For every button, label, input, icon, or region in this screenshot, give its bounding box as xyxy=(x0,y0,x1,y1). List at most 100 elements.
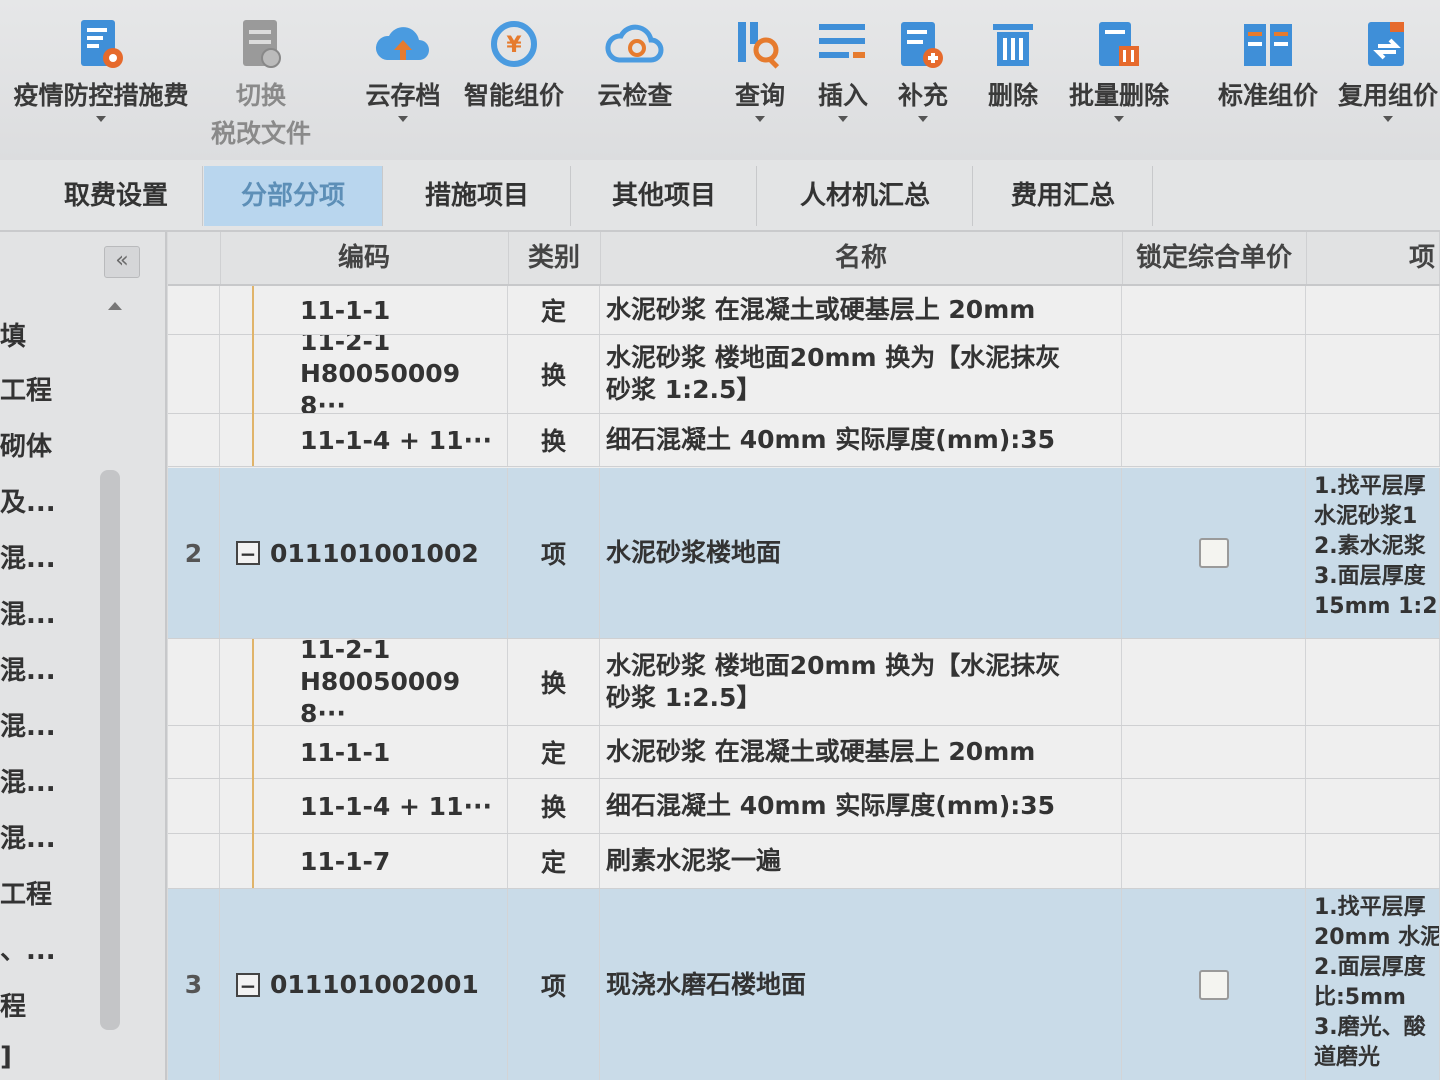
row-seq xyxy=(168,834,220,888)
insert-rows-icon xyxy=(819,24,865,58)
tree-item[interactable]: 混... xyxy=(0,762,96,799)
lock-price-checkbox[interactable] xyxy=(1198,538,1229,568)
row-code[interactable]: 11-1-1 xyxy=(220,286,508,334)
header-code[interactable]: 编码 xyxy=(220,232,509,284)
document-virus-icon xyxy=(81,20,123,68)
reuse-pricing-label: 复用组价 xyxy=(1337,81,1438,110)
query-button[interactable]: 查询 xyxy=(726,18,794,122)
tree-item[interactable]: 、... xyxy=(0,930,96,967)
cloud-archive-label: 云存档 xyxy=(365,81,441,110)
row-code[interactable]: 11-2-1 H80050009 8··· xyxy=(220,335,508,413)
header-name[interactable]: 名称 xyxy=(600,232,1123,284)
supplement-button[interactable]: 补充 xyxy=(890,18,956,122)
row-code[interactable]: − 011101002001 xyxy=(220,889,508,1080)
row-name[interactable]: 细石混凝土 40mm 实际厚度(mm):35 xyxy=(600,779,1122,833)
delete-button[interactable]: 删除 xyxy=(982,18,1044,112)
row-name[interactable]: 水泥砂浆楼地面 xyxy=(600,468,1122,638)
table-row[interactable]: 11-1-1 定 水泥砂浆 在混凝土或硬基层上 20mm xyxy=(168,286,1440,335)
table-row[interactable]: 11-2-1 H80050009 8··· 换 水泥砂浆 楼地面20mm 换为【… xyxy=(168,639,1440,726)
row-code[interactable]: 11-1-4 + 11··· xyxy=(220,779,508,833)
cloud-search-icon xyxy=(605,24,664,63)
table-row[interactable]: 11-1-4 + 11··· 换 细石混凝土 40mm 实际厚度(mm):35 xyxy=(168,779,1440,834)
row-name-wrap: 水泥砂浆 楼地面20mm 换为【水泥抹灰 砂浆 1:2.5】 xyxy=(606,650,1060,714)
collapse-minus-icon[interactable]: − xyxy=(236,541,260,565)
tab-measures[interactable]: 措施项目 xyxy=(384,166,571,226)
table-row[interactable]: 11-1-1 定 水泥砂浆 在混凝土或硬基层上 20mm xyxy=(168,726,1440,779)
tree-item[interactable]: 混... xyxy=(0,818,96,855)
row-type: 换 xyxy=(508,779,600,833)
left-tree-panel: 填 工程 砌体 及... 混... 混... 混... 混... 混... 混.… xyxy=(0,232,167,1080)
row-name[interactable]: 水泥砂浆 在混凝土或硬基层上 20mm xyxy=(600,726,1122,778)
table-row[interactable]: 2 − 011101001002 项 水泥砂浆楼地面 1.找平层厚 水泥砂浆1 … xyxy=(168,468,1440,639)
epidemic-measures-fee-button[interactable]: 疫情防控措施费 xyxy=(6,18,196,122)
row-name[interactable]: 水泥砂浆 在混凝土或硬基层上 20mm xyxy=(600,286,1122,334)
row-name-wrap: 水泥砂浆 楼地面20mm 换为【水泥抹灰 砂浆 1:2.5】 xyxy=(606,342,1060,406)
tab-other-items[interactable]: 其他项目 xyxy=(572,166,757,226)
row-name-line2: 砂浆 1:2.5】 xyxy=(606,683,762,712)
row-code[interactable]: 11-1-4 + 11··· xyxy=(220,414,508,466)
row-code[interactable]: − 011101001002 xyxy=(220,468,508,638)
row-code[interactable]: 11-1-1 xyxy=(220,726,508,778)
reuse-pricing-button[interactable]: 复用组价 xyxy=(1336,18,1440,122)
row-type: 定 xyxy=(508,834,600,888)
lock-price-checkbox[interactable] xyxy=(1198,969,1229,1000)
switch-tax-file-button[interactable]: 切换 税改文件 xyxy=(206,18,316,150)
header-feature[interactable]: 项 xyxy=(1306,232,1440,284)
ribbon-toolbar: 疫情防控措施费 切换 税改文件 云存档 ¥ 智能组价 云检查 查询 插入 补充 … xyxy=(0,0,1440,160)
tree-item[interactable]: 及... xyxy=(0,482,96,519)
batch-trash-icon xyxy=(1099,22,1139,66)
row-name[interactable]: 水泥砂浆 楼地面20mm 换为【水泥抹灰 砂浆 1:2.5】 xyxy=(600,335,1122,413)
batch-delete-button[interactable]: 批量删除 xyxy=(1062,18,1176,122)
tree-item[interactable]: 工程 xyxy=(0,874,96,911)
tree-item[interactable]: 混... xyxy=(0,594,96,631)
tree-item[interactable]: 工程 xyxy=(0,370,96,407)
insert-label: 插入 xyxy=(817,81,868,110)
tab-labor-material-summary[interactable]: 人材机汇总 xyxy=(758,166,973,226)
table-row[interactable]: 3 − 011101002001 项 现浇水磨石楼地面 1.找平层厚 20mm … xyxy=(168,889,1440,1080)
tree-item[interactable]: 混... xyxy=(0,538,96,575)
tab-fee-settings[interactable]: 取费设置 xyxy=(30,166,203,226)
scroll-up-icon[interactable] xyxy=(108,302,122,310)
smart-pricing-button[interactable]: ¥ 智能组价 xyxy=(456,18,572,112)
row-seq xyxy=(168,414,220,466)
row-code-extra: H80050009 8··· xyxy=(300,667,461,725)
table-row[interactable]: 11-2-1 H80050009 8··· 换 水泥砂浆 楼地面20mm 换为【… xyxy=(168,335,1440,414)
standard-pricing-icon xyxy=(1244,24,1292,66)
table-row[interactable]: 11-1-7 定 刷素水泥浆一遍 xyxy=(168,834,1440,889)
row-name[interactable]: 细石混凝土 40mm 实际厚度(mm):35 xyxy=(600,414,1122,466)
row-code-text: 11-1-1 xyxy=(300,295,391,325)
header-lock-unit-price[interactable]: 锁定综合单价 xyxy=(1122,232,1307,284)
smart-pricing-icon: ¥ xyxy=(491,21,537,67)
row-feature[interactable]: 1.找平层厚 20mm 水泥 2.面层厚度 比:5mm 3.磨光、酸 道磨光 xyxy=(1306,889,1440,1080)
tree-item[interactable]: ] xyxy=(0,1042,96,1072)
cloud-archive-button[interactable]: 云存档 xyxy=(356,18,450,122)
left-scrollbar[interactable] xyxy=(100,470,120,1030)
tree-item[interactable]: 混... xyxy=(0,650,96,687)
row-code-text: 011101001002 xyxy=(270,538,479,568)
row-code[interactable]: 11-1-7 xyxy=(220,834,508,888)
collapse-panel-button[interactable]: « xyxy=(104,246,140,278)
tab-sub-items[interactable]: 分部分项 xyxy=(204,166,383,226)
batch-delete-label: 批量删除 xyxy=(1068,81,1169,110)
tree-item[interactable]: 砌体 xyxy=(0,426,96,463)
row-code[interactable]: 11-2-1 H80050009 8··· xyxy=(220,639,508,725)
header-seq xyxy=(168,232,221,284)
row-name[interactable]: 现浇水磨石楼地面 xyxy=(600,889,1122,1080)
tab-cost-summary[interactable]: 费用汇总 xyxy=(974,166,1153,226)
header-type[interactable]: 类别 xyxy=(508,232,601,284)
tree-item[interactable]: 程 xyxy=(0,986,96,1023)
row-code-text: 11-1-7 xyxy=(300,846,391,876)
cloud-check-label: 云检查 xyxy=(597,81,673,110)
tree-item[interactable]: 混... xyxy=(0,706,96,743)
standard-pricing-button[interactable]: 标准组价 xyxy=(1210,18,1326,112)
cloud-check-button[interactable]: 云检查 xyxy=(590,18,680,112)
collapse-minus-icon[interactable]: − xyxy=(236,972,260,997)
tree-item[interactable]: 填 xyxy=(0,316,96,353)
row-feature xyxy=(1306,779,1440,833)
row-feature[interactable]: 1.找平层厚 水泥砂浆1 2.素水泥浆 3.面层厚度 15mm 1:2. xyxy=(1306,468,1440,638)
row-name[interactable]: 刷素水泥浆一遍 xyxy=(600,834,1122,888)
insert-button[interactable]: 插入 xyxy=(812,18,874,122)
row-name[interactable]: 水泥砂浆 楼地面20mm 换为【水泥抹灰 砂浆 1:2.5】 xyxy=(600,639,1122,725)
row-seq xyxy=(168,286,220,334)
table-row[interactable]: 11-1-4 + 11··· 换 细石混凝土 40mm 实际厚度(mm):35 xyxy=(168,414,1440,467)
